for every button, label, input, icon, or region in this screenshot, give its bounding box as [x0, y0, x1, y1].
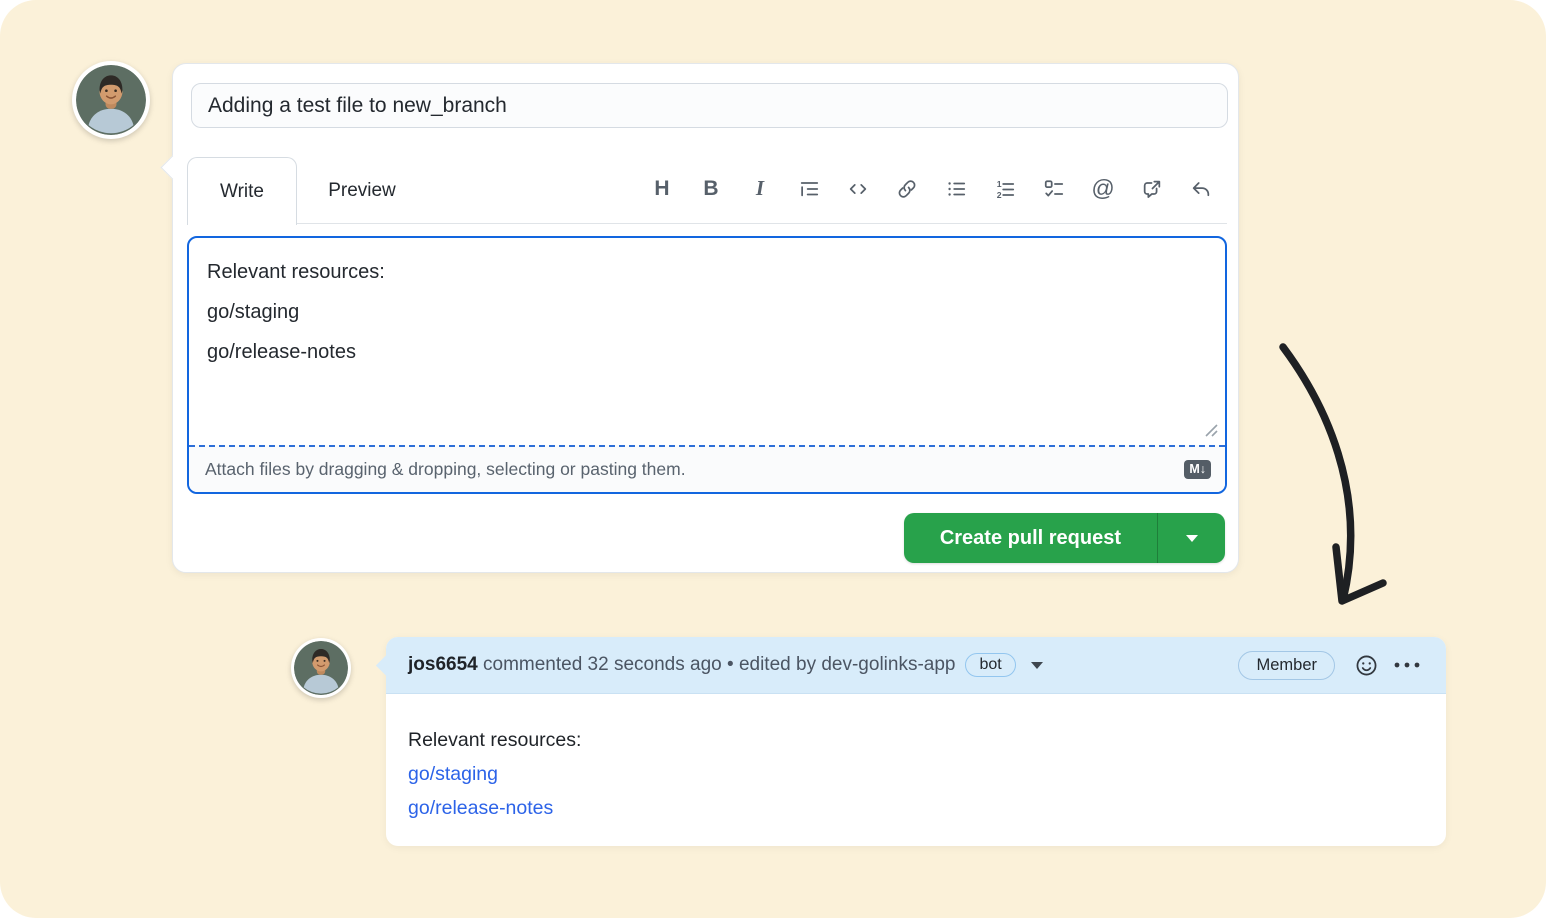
comment-header: jos6654 commented 32 seconds ago • edite…	[386, 637, 1446, 694]
unordered-list-icon[interactable]	[944, 177, 968, 201]
hand-drawn-arrow	[1262, 332, 1407, 627]
create-options-dropdown-button[interactable]	[1157, 513, 1225, 563]
dot-separator: •	[727, 654, 734, 675]
markdown-supported-icon[interactable]: M↓	[1184, 460, 1211, 479]
edit-history-caret-icon[interactable]	[1031, 662, 1043, 669]
attach-files-bar[interactable]: Attach files by dragging & dropping, sel…	[189, 445, 1225, 492]
add-reaction-smiley-icon[interactable]	[1354, 653, 1379, 678]
markdown-toolbar: H B I 12	[650, 157, 1213, 224]
comment-author[interactable]: jos6654	[408, 654, 478, 675]
mention-icon[interactable]: @	[1091, 177, 1115, 201]
create-pull-request-split-button: Create pull request	[904, 513, 1225, 563]
comment-meta: jos6654 commented 32 seconds ago • edite…	[408, 654, 955, 676]
create-pull-request-button[interactable]: Create pull request	[904, 513, 1157, 563]
cross-reference-icon[interactable]	[1140, 177, 1164, 201]
person-avatar-icon	[76, 65, 146, 135]
italic-icon[interactable]: I	[748, 177, 772, 201]
tab-preview[interactable]: Preview	[297, 157, 427, 224]
quote-icon[interactable]	[797, 177, 821, 201]
pr-body-editor: Relevant resources: go/staging go/releas…	[187, 236, 1227, 494]
link-icon[interactable]	[895, 177, 919, 201]
author-avatar	[72, 61, 150, 139]
pr-title-input[interactable]	[191, 83, 1228, 128]
pr-body-textarea[interactable]: Relevant resources: go/staging go/releas…	[189, 238, 1225, 447]
reply-icon[interactable]	[1189, 177, 1213, 201]
bot-badge: bot	[965, 653, 1015, 677]
tab-write[interactable]: Write	[187, 157, 297, 225]
golink-release-notes[interactable]: go/release-notes	[408, 791, 1422, 825]
body-line-2: go/staging	[207, 292, 1207, 332]
commenter-avatar	[291, 638, 351, 698]
comment-speech-pointer	[376, 655, 397, 676]
svg-text:2: 2	[997, 190, 1002, 200]
ordered-list-icon[interactable]: 12	[993, 177, 1017, 201]
golink-staging[interactable]: go/staging	[408, 757, 1422, 791]
comment-body: Relevant resources: go/staging go/releas…	[386, 694, 1446, 825]
pr-composer-card: Write Preview H B I 12	[172, 63, 1239, 573]
attach-hint-text: Attach files by dragging & dropping, sel…	[205, 459, 686, 480]
resize-grip-icon[interactable]	[1204, 423, 1219, 443]
task-list-icon[interactable]	[1042, 177, 1066, 201]
bold-icon[interactable]: B	[699, 177, 723, 201]
comment-action-text: commented 32 seconds ago	[483, 654, 722, 675]
edited-by-text: edited by dev-golinks-app	[739, 654, 956, 675]
composer-speech-pointer	[160, 155, 184, 179]
comment-card: jos6654 commented 32 seconds ago • edite…	[386, 637, 1446, 846]
editor-tab-bar: Write Preview H B I 12	[187, 157, 1227, 224]
heading-icon[interactable]: H	[650, 177, 674, 201]
kebab-menu-icon[interactable]	[1393, 661, 1421, 669]
svg-text:1: 1	[997, 179, 1002, 189]
body-line-3: go/release-notes	[207, 332, 1207, 372]
code-icon[interactable]	[846, 177, 870, 201]
body-line-1: Relevant resources:	[207, 252, 1207, 292]
member-badge: Member	[1238, 651, 1335, 680]
chevron-down-icon	[1186, 535, 1198, 542]
screenshot-canvas: Write Preview H B I 12	[0, 0, 1546, 918]
comment-intro-text: Relevant resources:	[408, 723, 1422, 757]
person-avatar-icon	[294, 641, 348, 695]
